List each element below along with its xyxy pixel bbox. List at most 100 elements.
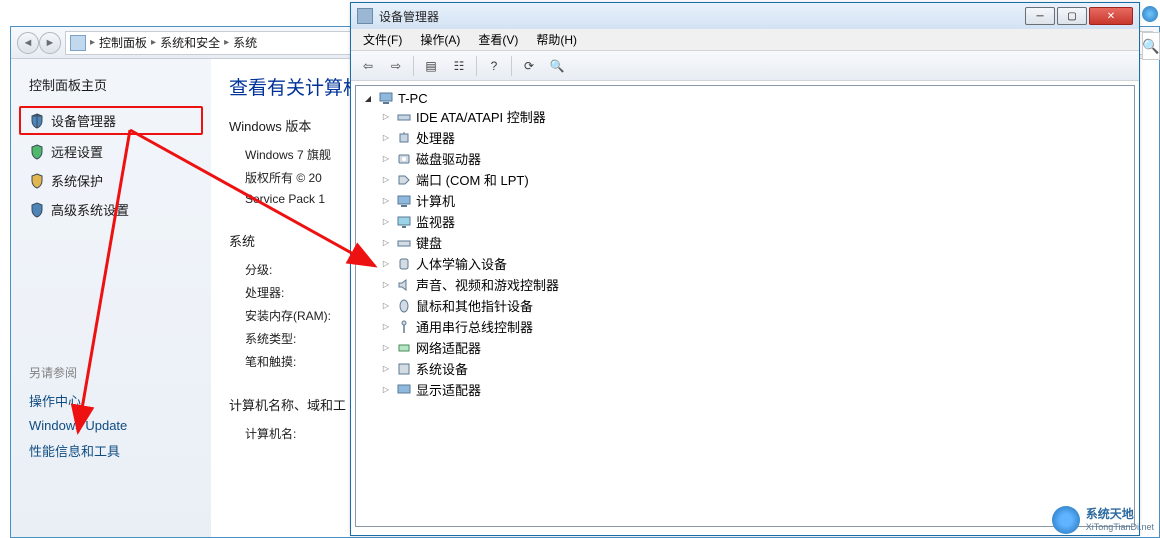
partial-title-icon	[1142, 6, 1158, 22]
sidebar-item-label: 设备管理器	[51, 111, 116, 130]
tree-node[interactable]: 端口 (COM 和 LPT)	[380, 169, 1128, 190]
expand-icon[interactable]	[380, 321, 392, 333]
forward-button[interactable]: ⇨	[385, 55, 407, 77]
tree-root-node[interactable]: T-PC	[362, 90, 1128, 106]
menu-help[interactable]: 帮助(H)	[528, 29, 585, 50]
expand-icon[interactable]	[380, 384, 392, 396]
window-buttons: ─ ▢	[1025, 7, 1133, 25]
menu-action[interactable]: 操作(A)	[412, 29, 468, 50]
sidebar-footer: 另请参阅 操作中心 Windows Update 性能信息和工具	[11, 224, 211, 464]
link-perf-tools[interactable]: 性能信息和工具	[11, 437, 211, 464]
back-button[interactable]: ⇦	[357, 55, 379, 77]
sidebar-item-system-protection[interactable]: 系统保护	[11, 166, 211, 195]
search-icon[interactable]: 🔍	[1142, 32, 1160, 60]
tree-node[interactable]: 监视器	[380, 211, 1128, 232]
watermark-title: 系统天地	[1086, 508, 1154, 521]
link-windows-update[interactable]: Windows Update	[11, 414, 211, 437]
link-action-center[interactable]: 操作中心	[11, 387, 211, 414]
tree-node-label: 通用串行总线控制器	[416, 317, 533, 336]
monitor-icon	[396, 214, 412, 230]
maximize-button[interactable]: ▢	[1057, 7, 1087, 25]
watermark-subtitle: XiTongTianDi.net	[1086, 522, 1154, 532]
breadcrumb-l2[interactable]: 系统	[233, 34, 257, 51]
collapse-icon[interactable]	[362, 92, 374, 104]
show-hide-console-icon[interactable]: ▤	[420, 55, 442, 77]
cp-sidebar: 控制面板主页 设备管理器 远程设置 系统保护 高级系统设置 另请参阅 操作中心 …	[11, 59, 211, 537]
tree-node-label: 磁盘驱动器	[416, 149, 481, 168]
tree-node[interactable]: 磁盘驱动器	[380, 148, 1128, 169]
display-icon	[396, 382, 412, 398]
expand-icon[interactable]	[380, 174, 392, 186]
cpu-icon	[396, 130, 412, 146]
menu-file[interactable]: 文件(F)	[355, 29, 410, 50]
tree-node[interactable]: 鼠标和其他指针设备	[380, 295, 1128, 316]
nav-arrows: ◄ ►	[17, 32, 61, 54]
separator	[511, 56, 512, 76]
expand-icon[interactable]	[380, 132, 392, 144]
help-icon[interactable]: ?	[483, 55, 505, 77]
tree-node[interactable]: 计算机	[380, 190, 1128, 211]
network-icon	[396, 340, 412, 356]
tree-node[interactable]: 键盘	[380, 232, 1128, 253]
computer-icon	[378, 90, 394, 106]
ide-icon	[396, 109, 412, 125]
shield-icon	[29, 202, 45, 218]
refresh-icon[interactable]: 🔍	[546, 55, 568, 77]
tree-node-label: 计算机	[416, 191, 455, 210]
breadcrumb-root[interactable]: 控制面板	[99, 34, 147, 51]
tree-node-label: 声音、视频和游戏控制器	[416, 275, 559, 294]
tree-node[interactable]: IDE ATA/ATAPI 控制器	[380, 106, 1128, 127]
expand-icon[interactable]	[380, 363, 392, 375]
hid-icon	[396, 256, 412, 272]
chevron-right-icon: ▸	[224, 37, 229, 48]
tree-node-label: 网络适配器	[416, 338, 481, 357]
sidebar-item-advanced[interactable]: 高级系统设置	[11, 195, 211, 224]
tree-node[interactable]: 人体学输入设备	[380, 253, 1128, 274]
tree-node[interactable]: 网络适配器	[380, 337, 1128, 358]
toolbar: ⇦ ⇨ ▤ ☷ ? ⟳ 🔍	[351, 51, 1139, 81]
expand-icon[interactable]	[380, 216, 392, 228]
keyboard-icon	[396, 235, 412, 251]
tree-node[interactable]: 处理器	[380, 127, 1128, 148]
sidebar-home-link[interactable]: 控制面板主页	[11, 75, 211, 104]
close-button[interactable]	[1089, 7, 1133, 25]
sidebar-item-device-manager[interactable]: 设备管理器	[19, 106, 203, 135]
forward-button[interactable]: ►	[39, 32, 61, 54]
shield-icon	[29, 113, 45, 129]
tree-node-label: 端口 (COM 和 LPT)	[416, 170, 529, 189]
expand-icon[interactable]	[380, 237, 392, 249]
device-tree[interactable]: T-PC IDE ATA/ATAPI 控制器处理器磁盘驱动器端口 (COM 和 …	[355, 85, 1135, 527]
expand-icon[interactable]	[380, 195, 392, 207]
tree-node-label: 系统设备	[416, 359, 468, 378]
see-also-label: 另请参阅	[11, 364, 211, 387]
expand-icon[interactable]	[380, 342, 392, 354]
scan-hardware-icon[interactable]: ⟳	[518, 55, 540, 77]
tree-node-label: 监视器	[416, 212, 455, 231]
tree-node[interactable]: 系统设备	[380, 358, 1128, 379]
back-button[interactable]: ◄	[17, 32, 39, 54]
chevron-right-icon: ▸	[90, 37, 95, 48]
shield-icon	[29, 144, 45, 160]
watermark-logo: 系统天地 XiTongTianDi.net	[1052, 506, 1154, 534]
port-icon	[396, 172, 412, 188]
expand-icon[interactable]	[380, 300, 392, 312]
menubar: 文件(F) 操作(A) 查看(V) 帮助(H)	[351, 29, 1139, 51]
expand-icon[interactable]	[380, 279, 392, 291]
tree-node[interactable]: 显示适配器	[380, 379, 1128, 400]
sidebar-item-label: 远程设置	[51, 142, 103, 161]
sidebar-item-remote[interactable]: 远程设置	[11, 137, 211, 166]
tree-node-label: 鼠标和其他指针设备	[416, 296, 533, 315]
expand-icon[interactable]	[380, 153, 392, 165]
properties-icon[interactable]: ☷	[448, 55, 470, 77]
expand-icon[interactable]	[380, 258, 392, 270]
globe-icon	[1052, 506, 1080, 534]
menu-view[interactable]: 查看(V)	[470, 29, 526, 50]
breadcrumb-l1[interactable]: 系统和安全	[160, 34, 220, 51]
computer-icon	[396, 193, 412, 209]
titlebar[interactable]: 设备管理器 ─ ▢	[351, 3, 1139, 29]
minimize-button[interactable]: ─	[1025, 7, 1055, 25]
expand-icon[interactable]	[380, 111, 392, 123]
tree-node[interactable]: 通用串行总线控制器	[380, 316, 1128, 337]
tree-node[interactable]: 声音、视频和游戏控制器	[380, 274, 1128, 295]
usb-icon	[396, 319, 412, 335]
